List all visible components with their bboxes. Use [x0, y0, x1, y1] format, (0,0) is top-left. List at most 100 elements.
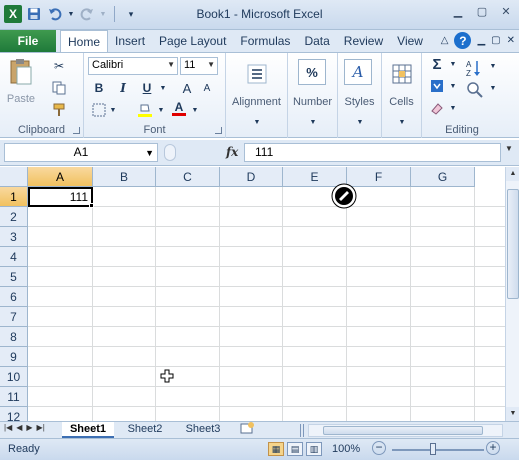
alignment-group-label: Alignment [232, 96, 281, 108]
row-header-6[interactable]: 6 [0, 287, 28, 307]
tab-review[interactable]: Review [337, 30, 390, 52]
row-header-12[interactable]: 12 [0, 407, 28, 421]
row-header-7[interactable]: 7 [0, 307, 28, 327]
first-sheet-icon[interactable]: |◀ [4, 423, 12, 432]
alignment-group[interactable]: Alignment ▼ [226, 53, 288, 138]
copy-icon[interactable] [50, 79, 68, 97]
active-cell[interactable]: 111 [28, 187, 93, 207]
paste-button[interactable]: Paste [6, 57, 36, 105]
tab-split-handle[interactable] [300, 424, 304, 437]
underline-dropdown-icon[interactable]: ▼ [154, 79, 172, 97]
column-header-c[interactable]: C [156, 167, 220, 187]
normal-view-icon[interactable]: ▦ [268, 442, 284, 456]
insert-function-button[interactable]: fx [226, 145, 238, 159]
zoom-level[interactable]: 100% [332, 443, 360, 455]
gridline-horizontal [28, 306, 505, 307]
next-sheet-icon[interactable]: ▶ [26, 423, 32, 432]
sort-dropdown-icon[interactable]: ▼ [484, 57, 502, 75]
window-title: Book1 - Microsoft Excel [196, 7, 323, 21]
help-icon[interactable]: ? [454, 32, 472, 49]
horizontal-scroll-thumb[interactable] [323, 426, 483, 435]
fill-color-dropdown-icon[interactable]: ▼ [152, 101, 170, 119]
row-header-8[interactable]: 8 [0, 327, 28, 347]
zoom-in-button[interactable]: + [486, 441, 500, 455]
expand-formula-bar-icon[interactable]: ▼ [502, 144, 516, 161]
page-break-view-icon[interactable]: ▥ [306, 442, 322, 456]
horizontal-scrollbar[interactable] [308, 424, 503, 437]
row-header-9[interactable]: 9 [0, 347, 28, 367]
tab-data[interactable]: Data [297, 30, 336, 52]
cut-icon[interactable]: ✂ [50, 57, 68, 75]
font-color-dropdown-icon[interactable]: ▼ [186, 101, 204, 119]
close-icon[interactable]: ✕ [495, 2, 517, 20]
font-size-combo[interactable]: 11 ▼ [180, 57, 218, 75]
font-color-letter: A [174, 99, 184, 114]
styles-button[interactable]: A [344, 59, 372, 85]
grow-font-button[interactable]: A [178, 79, 196, 97]
scroll-down-icon[interactable]: ▼ [506, 407, 519, 421]
find-dropdown-icon[interactable]: ▼ [484, 79, 502, 97]
sheet-tab-sheet2[interactable]: Sheet2 [118, 422, 172, 438]
column-header-d[interactable]: D [220, 167, 283, 187]
tab-insert[interactable]: Insert [108, 30, 152, 52]
shrink-font-button[interactable]: A [198, 79, 216, 97]
tab-formulas[interactable]: Formulas [233, 30, 297, 52]
row-header-5[interactable]: 5 [0, 267, 28, 287]
font-launcher-icon[interactable] [215, 127, 222, 134]
zoom-out-button[interactable]: − [372, 441, 386, 455]
select-all-corner[interactable] [0, 167, 28, 187]
zoom-slider-track[interactable] [392, 449, 484, 451]
cells-button[interactable] [387, 59, 417, 89]
sheet-tab-sheet1[interactable]: Sheet1 [62, 422, 114, 438]
column-header-b[interactable]: B [93, 167, 156, 187]
tab-file[interactable]: File [0, 30, 56, 52]
page-layout-view-icon[interactable]: ▤ [287, 442, 303, 456]
name-box-value: A1 [73, 145, 89, 159]
tab-page-layout[interactable]: Page Layout [152, 30, 233, 52]
number-button[interactable]: % [298, 59, 326, 85]
cells-group[interactable]: Cells ▼ [382, 53, 422, 138]
styles-group[interactable]: A Styles ▼ [338, 53, 382, 138]
name-box[interactable]: A1 ▼ [4, 143, 158, 162]
autosum-dropdown-icon[interactable]: ▼ [444, 55, 462, 73]
row-header-4[interactable]: 4 [0, 247, 28, 267]
borders-dropdown-icon[interactable]: ▼ [104, 101, 122, 119]
workbook-close-icon[interactable]: ✕ [507, 35, 515, 46]
worksheet-grid[interactable]: ABCDEFG 1 2 3 4 5 6 7 8 9 10 11 12 111 [0, 167, 505, 421]
maximize-icon[interactable]: ▢ [471, 2, 493, 20]
row-header-3[interactable]: 3 [0, 227, 28, 247]
format-painter-icon[interactable] [50, 101, 68, 119]
workbook-minimize-icon[interactable]: ▁ [477, 35, 485, 46]
font-name-combo[interactable]: Calibri ▼ [88, 57, 178, 75]
formula-input[interactable]: 111 [244, 143, 501, 162]
row-header-10[interactable]: 10 [0, 367, 28, 387]
row-header-2[interactable]: 2 [0, 207, 28, 227]
gridline-horizontal [28, 206, 505, 207]
fill-handle[interactable] [89, 203, 94, 208]
prev-sheet-icon[interactable]: ◀ [16, 423, 22, 432]
clipboard-launcher-icon[interactable] [73, 127, 80, 134]
bold-button[interactable]: B [90, 79, 108, 97]
column-header-a[interactable]: A [28, 167, 93, 187]
zoom-slider-thumb[interactable] [430, 443, 436, 455]
minimize-icon[interactable]: ▁ [447, 2, 469, 20]
column-header-g[interactable]: G [411, 167, 475, 187]
vertical-scrollbar[interactable]: ▲ ▼ [505, 167, 519, 421]
row-header-1[interactable]: 1 [0, 187, 28, 207]
number-group[interactable]: % Number ▼ [288, 53, 338, 138]
last-sheet-icon[interactable]: ▶| [37, 423, 45, 432]
minimize-ribbon-icon[interactable]: △ [441, 35, 449, 46]
tab-home[interactable]: Home [60, 30, 109, 53]
scroll-up-icon[interactable]: ▲ [506, 167, 519, 181]
italic-button[interactable]: I [114, 79, 132, 97]
clear-dropdown-icon[interactable]: ▼ [444, 99, 462, 117]
find-select-icon[interactable] [464, 79, 486, 101]
tab-view[interactable]: View [390, 30, 430, 52]
insert-sheet-icon[interactable] [236, 422, 258, 438]
row-header-11[interactable]: 11 [0, 387, 28, 407]
sheet-tab-sheet3[interactable]: Sheet3 [176, 422, 230, 438]
vertical-scroll-thumb[interactable] [507, 189, 519, 299]
alignment-button[interactable] [242, 59, 272, 89]
workbook-restore-icon[interactable]: ▢ [491, 35, 500, 46]
fill-dropdown-icon[interactable]: ▼ [444, 77, 462, 95]
